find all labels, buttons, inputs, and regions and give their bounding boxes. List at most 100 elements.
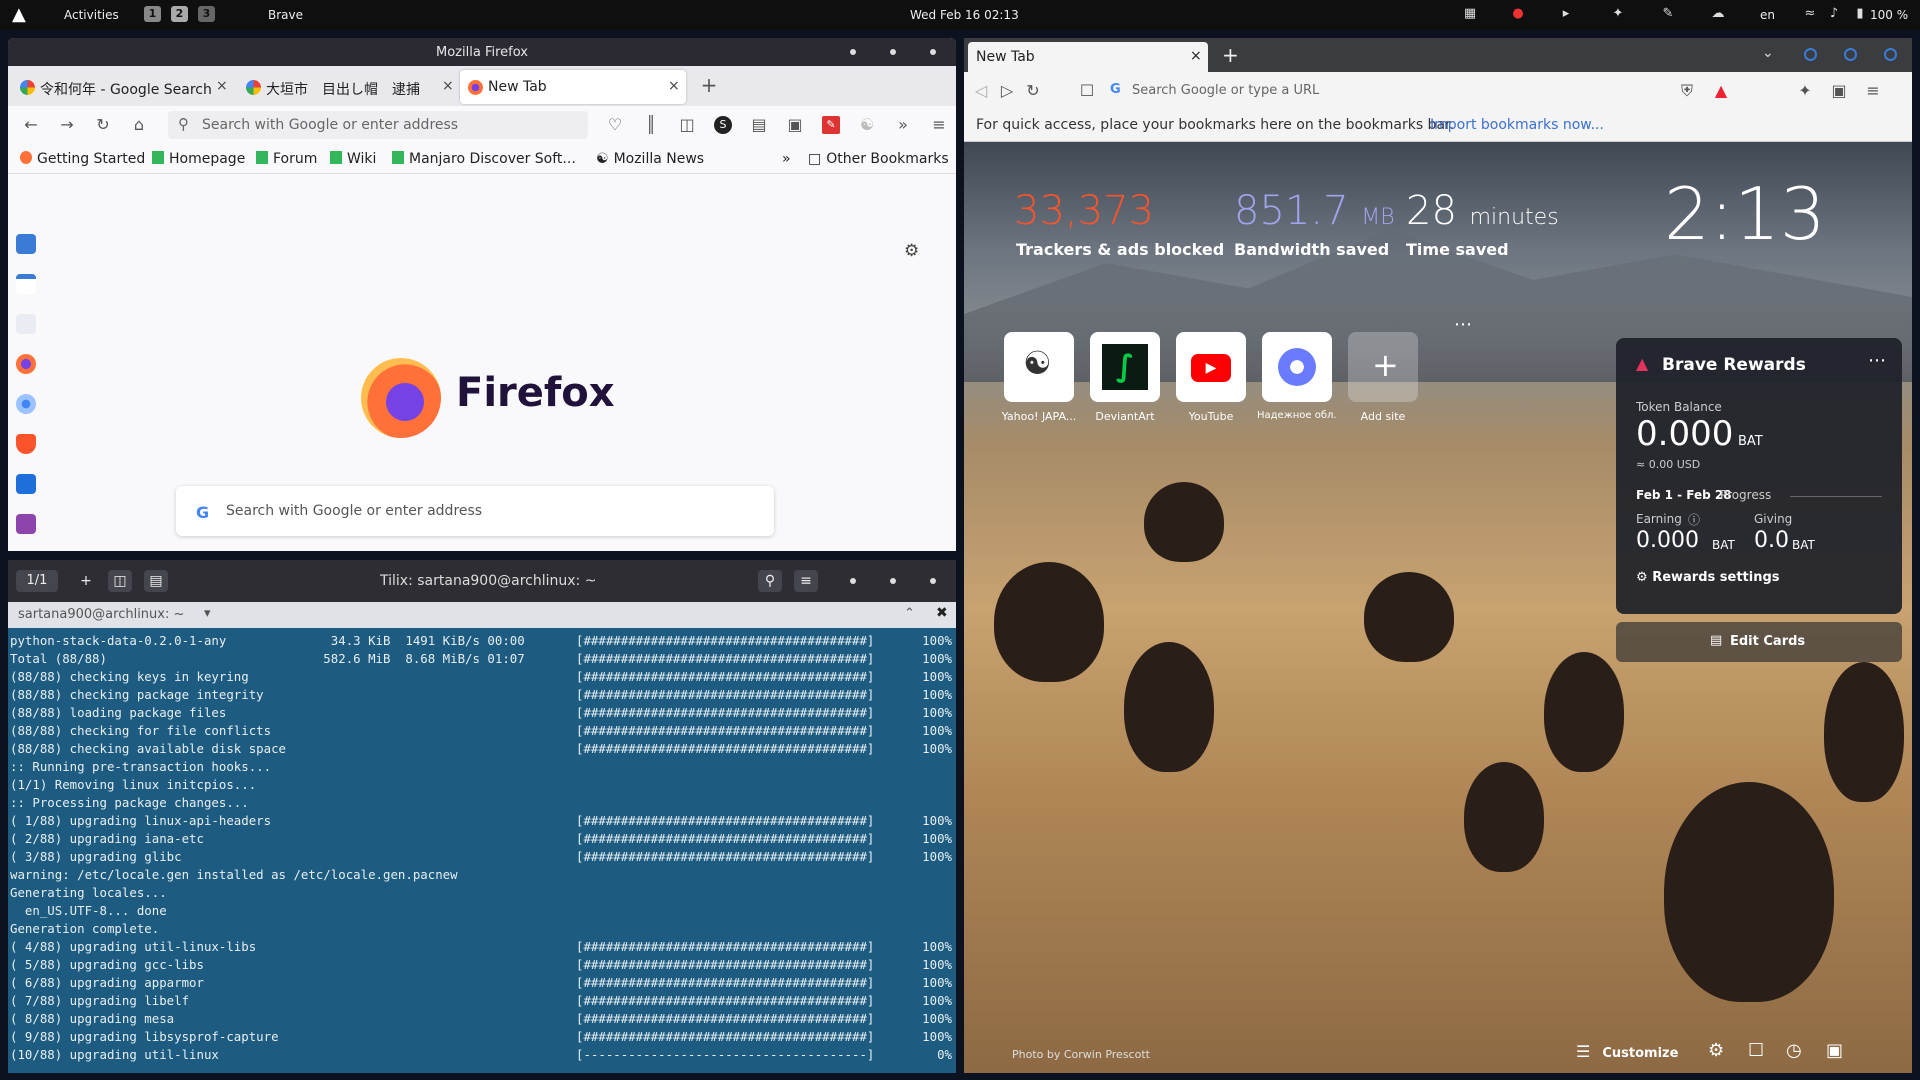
bookmarks-icon[interactable]: ☐ [1748, 1040, 1764, 1061]
top-site-youtube[interactable]: ▶ [1176, 332, 1246, 402]
address-bar[interactable]: ⚲ Search with Google or enter address [168, 111, 588, 139]
tab-news-search[interactable]: 大垣市 目出し帽 逮捕 × [238, 70, 458, 104]
battery-level[interactable]: 100 % [1870, 8, 1908, 22]
terminal-icon[interactable]: ▸ [1558, 6, 1574, 22]
photographer-link[interactable]: Corwin Prescott [1064, 1048, 1150, 1061]
info-icon[interactable]: ⓘ [1688, 511, 1700, 528]
maximize-button[interactable] [1844, 48, 1857, 61]
session-counter[interactable]: 1/1 [16, 570, 58, 592]
close-button[interactable] [1884, 48, 1897, 61]
maximize-button[interactable] [890, 578, 896, 584]
tab-search-icon[interactable]: ⌄ [1762, 45, 1774, 61]
minimize-button[interactable] [850, 49, 856, 55]
keyboard-layout[interactable]: en [1760, 8, 1775, 22]
minimize-button[interactable] [850, 578, 856, 584]
distro-logo-icon[interactable]: ▲ [12, 4, 26, 25]
close-tab-icon[interactable]: × [216, 78, 228, 94]
top-site-deviantart[interactable]: ∫ [1090, 332, 1160, 402]
tab-new-tab[interactable]: New Tab × [968, 42, 1208, 72]
edit-cards-button[interactable]: ▤ Edit Cards [1616, 622, 1902, 662]
reader-icon[interactable]: ▤ [750, 116, 768, 134]
brave-icon[interactable] [16, 434, 36, 454]
close-tab-icon[interactable]: × [442, 78, 454, 94]
menu-icon[interactable]: ≡ [930, 116, 948, 134]
split-icon[interactable]: ◫ [108, 570, 132, 592]
close-tab-icon[interactable]: × [1190, 48, 1202, 64]
software-icon[interactable] [16, 314, 36, 334]
text-editor-icon[interactable] [16, 474, 36, 494]
pdf-extension-icon[interactable]: ✎ [822, 116, 840, 134]
bookmark-manjaro-discover[interactable]: Manjaro Discover Soft... [392, 151, 576, 167]
calendar-icon[interactable] [16, 274, 36, 294]
new-tab-icon[interactable]: + [700, 75, 718, 95]
history-icon[interactable]: ◷ [1786, 1040, 1802, 1061]
menu-icon[interactable]: ≡ [1864, 82, 1882, 100]
weather-icon[interactable]: ☁ [1710, 6, 1726, 22]
brave-rewards-icon[interactable]: ▲ [1712, 82, 1730, 100]
brave-shields-icon[interactable]: ⛨ [1678, 82, 1696, 100]
search-icon[interactable]: ⚲ [758, 570, 782, 592]
wifi-icon[interactable]: ≈ [1802, 6, 1818, 22]
files-icon[interactable] [16, 234, 36, 254]
battery-icon[interactable]: ▮ [1852, 6, 1868, 22]
terminal-titlebar[interactable]: 1/1 + ◫ ▤ Tilix: sartana900@archlinux: ~… [8, 560, 956, 602]
terminal-output[interactable]: python-stack-data-0.2.0-1-any 34.3 KiB 1… [8, 630, 956, 1073]
extensions-icon[interactable]: ✦ [1796, 82, 1814, 100]
back-icon[interactable]: ← [22, 116, 40, 134]
overflow-icon[interactable]: » [894, 116, 912, 134]
top-site-cloud[interactable] [1262, 332, 1332, 402]
translate-icon[interactable]: ☯ [858, 116, 876, 134]
add-session-icon[interactable]: + [74, 570, 98, 592]
screenshot-icon[interactable]: ▣ [786, 116, 804, 134]
reload-icon[interactable]: ↻ [94, 116, 112, 134]
brave-address-bar[interactable]: G Search Google or type a URL [1106, 76, 1626, 106]
focused-app-name[interactable]: Brave [268, 8, 303, 22]
home-icon[interactable]: ⌂ [130, 116, 148, 134]
bookmarks-overflow-icon[interactable]: » [782, 151, 791, 167]
new-tab-icon[interactable]: + [1222, 43, 1239, 67]
shield-icon[interactable]: ● [1510, 6, 1526, 22]
import-bookmarks-link[interactable]: Import bookmarks now... [1430, 117, 1604, 133]
rewards-menu-icon[interactable]: ⋯ [1868, 350, 1886, 371]
bookmark-homepage[interactable]: Homepage [152, 151, 245, 167]
bookmark-forum[interactable]: Forum [256, 151, 317, 167]
color-picker-icon[interactable]: ✎ [1660, 6, 1676, 22]
top-sites-menu-icon[interactable]: ⋯ [1454, 314, 1472, 335]
other-bookmarks[interactable]: □ Other Bookmarks [808, 151, 949, 167]
tab-new-tab[interactable]: New Tab × [460, 70, 686, 104]
close-session-icon[interactable]: ✖ [936, 605, 948, 621]
top-site-yahoo[interactable]: ☯ [1004, 332, 1074, 402]
close-tab-icon[interactable]: × [668, 78, 680, 94]
customize-button[interactable]: ☰ Customize [1576, 1042, 1678, 1061]
close-button[interactable] [930, 49, 936, 55]
session-dropdown-icon[interactable]: ▾ [204, 606, 211, 621]
workspace-1-button[interactable]: 1 [144, 6, 161, 22]
add-site-button[interactable]: + [1348, 332, 1418, 402]
sidebar-toggle-icon[interactable]: ▤ [144, 570, 168, 592]
maximize-button[interactable] [890, 49, 896, 55]
close-button[interactable] [930, 578, 936, 584]
bookmark-mozilla-news[interactable]: ☯ Mozilla News [596, 151, 704, 167]
pocket-icon[interactable]: ♡ [606, 116, 624, 134]
notes-icon[interactable] [16, 514, 36, 534]
settings-icon[interactable]: ⚙ [1708, 1040, 1724, 1061]
workspace-2-button[interactable]: 2 [171, 6, 188, 22]
chevron-up-icon[interactable]: ⌃ [904, 606, 915, 621]
tab-google-search[interactable]: 令和何年 - Google Search × [12, 70, 232, 104]
volume-icon[interactable]: ♪ [1826, 6, 1842, 22]
clock[interactable]: Wed Feb 16 02:13 [910, 8, 1019, 22]
rewards-settings-button[interactable]: ⚙ Rewards settings [1636, 570, 1780, 585]
firefox-titlebar[interactable]: Mozilla Firefox [8, 38, 956, 66]
library-icon[interactable]: ║ [642, 116, 660, 134]
extension-icon[interactable]: ✦ [1610, 6, 1626, 22]
bookmark-getting-started[interactable]: Getting Started [20, 151, 145, 167]
bookmark-icon[interactable]: ☐ [1078, 82, 1096, 100]
reload-icon[interactable]: ↻ [1024, 82, 1042, 100]
window-switcher-icon[interactable]: ▦ [1462, 6, 1478, 22]
wallet-icon[interactable]: ▣ [1830, 82, 1848, 100]
newtab-search-input[interactable]: G Search with Google or enter address [176, 486, 774, 536]
extension-s-icon[interactable]: S [714, 116, 732, 134]
menu-icon[interactable]: ≡ [794, 570, 818, 592]
back-icon[interactable]: ◁ [972, 82, 990, 100]
brave-talk-icon[interactable]: ▣ [1826, 1040, 1843, 1061]
